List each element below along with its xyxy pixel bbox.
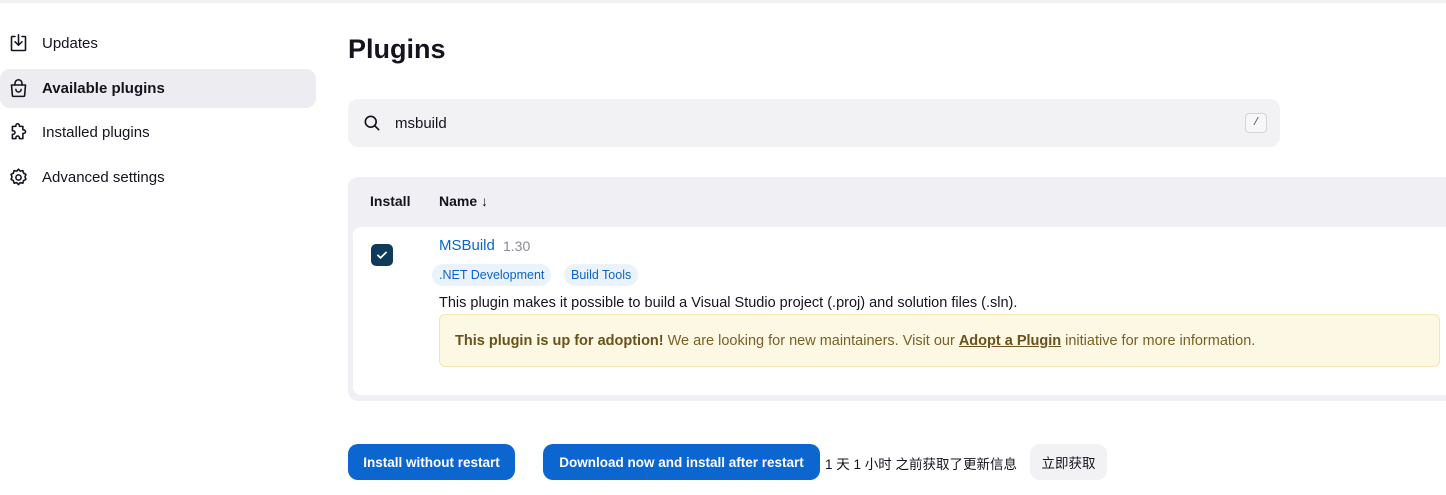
download-icon: [8, 33, 29, 54]
column-header-install: Install: [370, 193, 411, 209]
sidebar-item-label: Updates: [42, 35, 98, 52]
adoption-notice: This plugin is up for adoption! We are l…: [439, 314, 1440, 367]
check-now-button[interactable]: 立即获取: [1030, 444, 1107, 480]
sidebar-item-available-plugins[interactable]: Available plugins: [0, 68, 316, 108]
plugin-description: This plugin makes it possible to build a…: [439, 295, 1018, 311]
sidebar-item-label: Installed plugins: [42, 124, 150, 141]
install-without-restart-button[interactable]: Install without restart: [348, 444, 515, 480]
keyboard-shortcut-hint: /: [1245, 113, 1267, 133]
sidebar-item-label: Available plugins: [42, 79, 165, 97]
search-input[interactable]: [395, 99, 1215, 147]
search-bar[interactable]: /: [348, 99, 1280, 147]
plugin-name-link[interactable]: MSBuild: [439, 237, 495, 254]
shopping-bag-icon: [8, 78, 29, 99]
table-row: MSBuild 1.30 .NET Development Build Tool…: [353, 227, 1446, 395]
gear-icon: [8, 167, 29, 188]
page-title: Plugins: [348, 34, 446, 64]
sidebar-item-installed-plugins[interactable]: Installed plugins: [0, 113, 316, 152]
adoption-notice-text-end: initiative for more information.: [1065, 332, 1256, 349]
download-and-install-after-restart-button[interactable]: Download now and install after restart: [543, 444, 820, 480]
column-header-name[interactable]: Name ↓: [439, 193, 488, 209]
sidebar-item-updates[interactable]: Updates: [0, 24, 316, 63]
checkmark-icon: [377, 251, 387, 259]
tag-build-tools[interactable]: Build Tools: [564, 264, 639, 286]
plugins-table: Install Name ↓ MSBuild 1.30 .NET Develop…: [348, 177, 1446, 401]
plugin-version: 1.30: [503, 238, 531, 254]
update-status-text: 1 天 1 小时 之前获取了更新信息: [825, 457, 1018, 472]
adopt-a-plugin-link[interactable]: Adopt a Plugin: [959, 333, 1061, 349]
tag-dotnet-development[interactable]: .NET Development: [432, 264, 552, 286]
adoption-notice-title: This plugin is up for adoption!: [455, 332, 664, 349]
puzzle-icon: [8, 122, 29, 143]
install-checkbox[interactable]: [371, 244, 393, 266]
search-icon: [362, 113, 382, 133]
adoption-notice-text: We are looking for new maintainers. Visi…: [663, 332, 955, 349]
sidebar: Updates Available plugins Installed plug…: [0, 24, 316, 202]
sidebar-item-advanced-settings[interactable]: Advanced settings: [0, 158, 316, 197]
sidebar-item-label: Advanced settings: [42, 168, 165, 186]
top-divider: [0, 0, 1446, 3]
